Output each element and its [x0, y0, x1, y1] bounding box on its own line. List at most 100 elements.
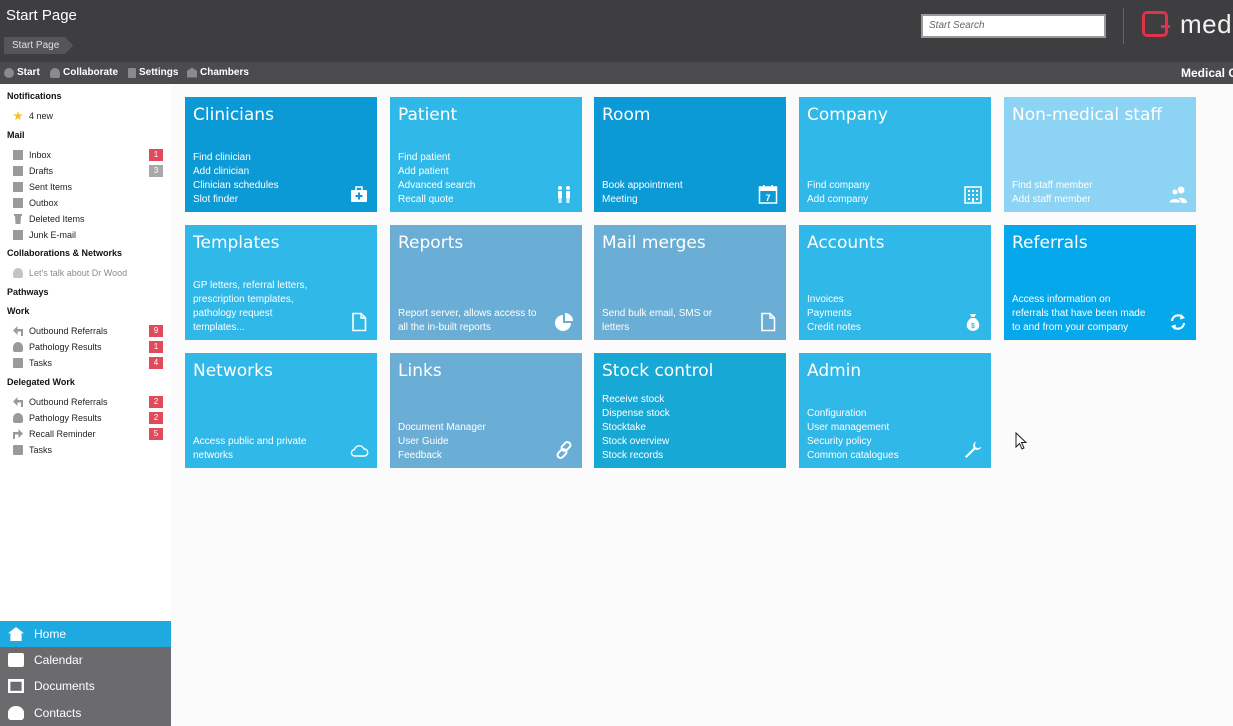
- tile-templates[interactable]: Templates GP letters, referral letters, pr…: [185, 225, 377, 340]
- tile-link[interactable]: Find company: [807, 179, 957, 193]
- tile-reports[interactable]: Reports Report server, allows access to al…: [390, 225, 582, 340]
- sidebar-item-delegated-tasks[interactable]: Tasks: [13, 443, 163, 457]
- tile-link[interactable]: to and from your company: [1012, 321, 1162, 335]
- tile-patient[interactable]: Patient Find patient Add patient Advanced s…: [390, 97, 582, 212]
- tile-link[interactable]: pathology request: [193, 307, 343, 321]
- tile-networks[interactable]: Networks Access public and private network…: [185, 353, 377, 468]
- nav-home[interactable]: Home: [0, 621, 171, 647]
- search-input[interactable]: Start Search: [921, 14, 1106, 38]
- tile-link[interactable]: Add clinician: [193, 165, 343, 179]
- toolbar-collaborate[interactable]: Collaborate: [50, 67, 118, 78]
- tile-link[interactable]: Stock overview: [602, 435, 752, 449]
- tile-link[interactable]: Report server, allows access to: [398, 307, 548, 321]
- tile-link[interactable]: Clinician schedules: [193, 179, 343, 193]
- forward-arrow-icon: [13, 429, 23, 439]
- tile-link[interactable]: Book appointment: [602, 179, 752, 193]
- tile-link[interactable]: all the in-built reports: [398, 321, 548, 335]
- tile-link[interactable]: Credit notes: [807, 321, 957, 335]
- tile-clinicians[interactable]: Clinicians Find clinician Add clinician Cli…: [185, 97, 377, 212]
- sent-icon: [13, 182, 23, 192]
- tile-links: Find staff member Add staff member: [1012, 179, 1162, 207]
- tile-stock-control[interactable]: Stock control Receive stock Dispense stock…: [594, 353, 786, 468]
- sidebar-item-label: Pathology Results: [29, 413, 102, 423]
- outbox-icon: [13, 198, 23, 208]
- tile-referrals[interactable]: Referrals Access information on referrals …: [1004, 225, 1196, 340]
- count-badge: 2: [149, 396, 163, 408]
- tile-link[interactable]: Access public and private: [193, 435, 343, 449]
- sidebar-item-outbox[interactable]: Outbox: [13, 196, 163, 210]
- contacts-icon: [8, 705, 24, 720]
- toolbar-chambers[interactable]: Chambers: [187, 67, 249, 78]
- tile-room[interactable]: Room Book appointment Meeting 7: [594, 97, 786, 212]
- tile-link[interactable]: Add company: [807, 193, 957, 207]
- sidebar-item-inbox[interactable]: Inbox 1: [13, 148, 163, 162]
- tile-link[interactable]: Find clinician: [193, 151, 343, 165]
- document-icon: [349, 312, 369, 332]
- sidebar-item-sent-items[interactable]: Sent Items: [13, 180, 163, 194]
- tile-link[interactable]: Add patient: [398, 165, 548, 179]
- tile-link[interactable]: prescription templates,: [193, 293, 343, 307]
- tile-company[interactable]: Company Find company Add company: [799, 97, 991, 212]
- count-badge: 3: [149, 165, 163, 177]
- sidebar-item-drafts[interactable]: Drafts 3: [13, 164, 163, 178]
- tile-link[interactable]: referrals that have been made: [1012, 307, 1162, 321]
- tile-link[interactable]: templates...: [193, 321, 343, 335]
- sidebar-item-delegated-pathology-results[interactable]: Pathology Results 2: [13, 411, 163, 425]
- tile-link[interactable]: User management: [807, 421, 957, 435]
- document-icon: [758, 312, 778, 332]
- toolbar-settings[interactable]: Settings: [128, 67, 178, 78]
- nav-contacts[interactable]: Contacts: [0, 699, 171, 726]
- tile-link[interactable]: Dispense stock: [602, 407, 752, 421]
- tile-link[interactable]: GP letters, referral letters,: [193, 279, 343, 293]
- nav-calendar[interactable]: Calendar: [0, 647, 171, 673]
- tile-link[interactable]: Add staff member: [1012, 193, 1162, 207]
- tile-link[interactable]: Common catalogues: [807, 449, 957, 463]
- sidebar-item-recall-reminder[interactable]: Recall Reminder 5: [13, 427, 163, 441]
- sidebar-item-pathology-results[interactable]: Pathology Results 1: [13, 340, 163, 354]
- tile-link[interactable]: Recall quote: [398, 193, 548, 207]
- tile-links: Find patient Add patient Advanced search Re…: [398, 151, 548, 207]
- drafts-icon: [13, 166, 23, 176]
- wrench-icon: [963, 440, 983, 460]
- tile-link[interactable]: Find staff member: [1012, 179, 1162, 193]
- tile-link[interactable]: Stocktake: [602, 421, 752, 435]
- tile-link[interactable]: Feedback: [398, 449, 548, 463]
- tile-link[interactable]: Payments: [807, 307, 957, 321]
- sidebar-item-collaboration[interactable]: Let's talk about Dr Wood: [13, 266, 163, 280]
- tile-link[interactable]: networks: [193, 449, 343, 463]
- tile-link[interactable]: User Guide: [398, 435, 548, 449]
- tile-link[interactable]: Security policy: [807, 435, 957, 449]
- nav-documents[interactable]: Documents: [0, 673, 171, 699]
- sidebar-item-outbound-referrals[interactable]: Outbound Referrals 9: [13, 324, 163, 338]
- tile-link[interactable]: Configuration: [807, 407, 957, 421]
- medical-bag-icon: [349, 184, 369, 204]
- sidebar-item-junk-email[interactable]: Junk E-mail: [13, 228, 163, 242]
- tile-link[interactable]: Advanced search: [398, 179, 548, 193]
- tile-link[interactable]: Meeting: [602, 193, 752, 207]
- count-badge: 1: [149, 341, 163, 353]
- sidebar-item-delegated-outbound-referrals[interactable]: Outbound Referrals 2: [13, 395, 163, 409]
- pathways-heading[interactable]: Pathways: [7, 287, 49, 297]
- breadcrumb[interactable]: Start Page: [4, 37, 74, 54]
- sidebar-item-deleted-items[interactable]: Deleted Items: [13, 212, 163, 226]
- toolbar-start[interactable]: Start: [4, 67, 40, 78]
- tile-links: Report server, allows access to all the i…: [398, 307, 548, 335]
- tile-link[interactable]: Send bulk email, SMS or: [602, 307, 752, 321]
- users-icon: [1168, 184, 1188, 204]
- tile-accounts[interactable]: Accounts Invoices Payments Credit notes $: [799, 225, 991, 340]
- sidebar-item-tasks[interactable]: Tasks 4: [13, 356, 163, 370]
- tile-link[interactable]: Find patient: [398, 151, 548, 165]
- tile-non-medical-staff[interactable]: Non-medical staff Find staff member Add st…: [1004, 97, 1196, 212]
- tile-link[interactable]: Slot finder: [193, 193, 343, 207]
- tile-links[interactable]: Links Document Manager User Guide Feedback: [390, 353, 582, 468]
- tile-link[interactable]: Document Manager: [398, 421, 548, 435]
- tile-mail-merges[interactable]: Mail merges Send bulk email, SMS or letter…: [594, 225, 786, 340]
- notification-item[interactable]: 4 new: [13, 109, 163, 123]
- tile-admin[interactable]: Admin Configuration User management Securit…: [799, 353, 991, 468]
- tile-link[interactable]: Stock records: [602, 449, 752, 463]
- tile-link[interactable]: letters: [602, 321, 752, 335]
- tile-link[interactable]: Access information on: [1012, 293, 1162, 307]
- tile-link[interactable]: Receive stock: [602, 393, 752, 407]
- tile-link[interactable]: Invoices: [807, 293, 957, 307]
- header-bar: Start Page Start Page Start Search med: [0, 0, 1233, 62]
